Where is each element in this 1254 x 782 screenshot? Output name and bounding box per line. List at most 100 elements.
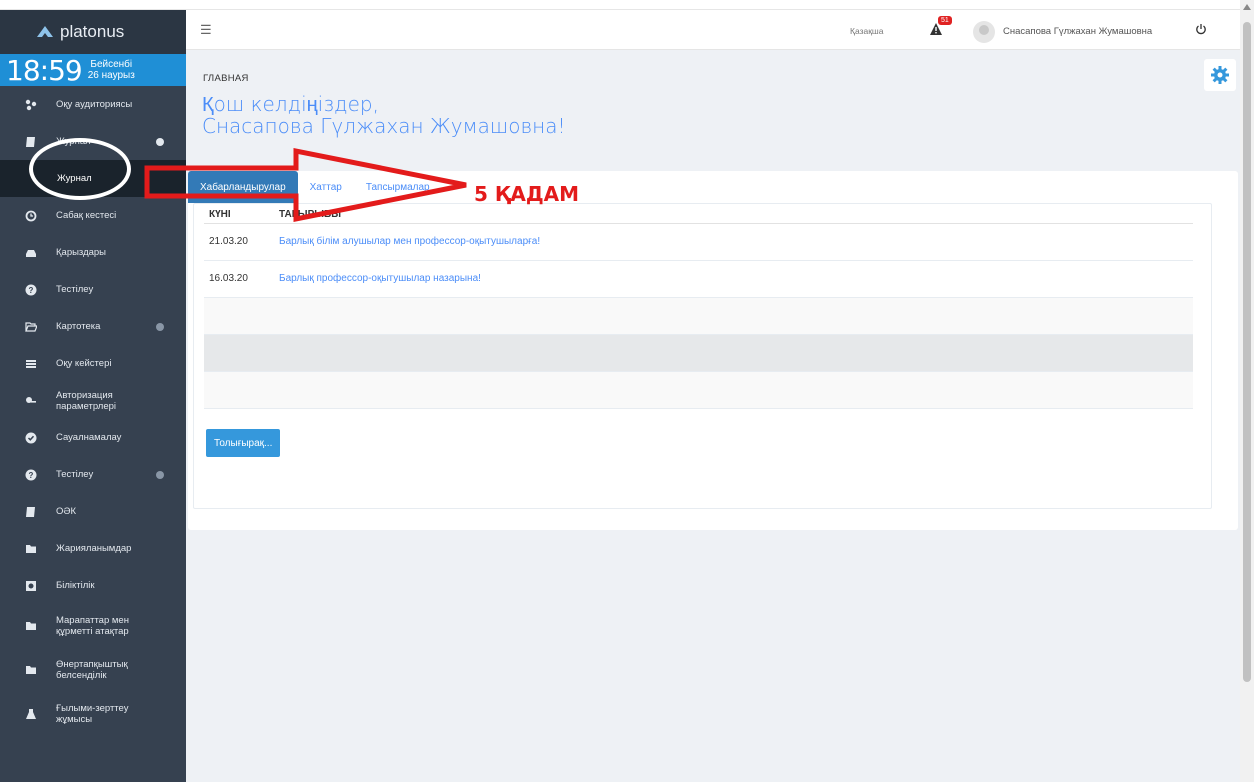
chevron-down-icon: [156, 137, 164, 146]
book-icon: [24, 135, 38, 149]
top-header: ☰ Қазақша 51 Снасапова Гүлжахан Жумашовн…: [186, 10, 1240, 50]
announcements-table: КҮНІ ТАҚЫРЫБЫ 21.03.20 Барлық білім алуш…: [204, 207, 1193, 409]
book-icon: [24, 505, 38, 519]
tab-letters[interactable]: Хаттар: [298, 171, 354, 203]
sidebar-item-research[interactable]: Ғылыми-зерттеу жұмысы: [0, 692, 186, 736]
chevron-right-icon: [156, 470, 164, 479]
clock-day: 26 наурыз: [87, 70, 135, 81]
avatar[interactable]: [973, 21, 995, 43]
folder-open-icon: [24, 320, 38, 334]
brand-name: platonus: [60, 22, 125, 41]
page-scrollbar[interactable]: [1240, 0, 1254, 782]
sidebar-item-label: Біліктілік: [56, 580, 95, 591]
settings-button[interactable]: [1204, 59, 1236, 91]
platonus-logo-icon: [37, 26, 53, 37]
sidebar-item-label: Жарияланымдар: [56, 543, 132, 554]
sidebar-item-label: Оқу кейстері: [56, 358, 112, 369]
language-selector[interactable]: Қазақша: [850, 26, 883, 36]
sidebar-item-auth-settings[interactable]: Авторизация параметрлері: [0, 382, 186, 419]
svg-text:?: ?: [29, 286, 34, 295]
more-button[interactable]: Толығырақ...: [206, 429, 281, 457]
menu-toggle-icon[interactable]: ☰: [200, 22, 212, 38]
breadcrumb[interactable]: ГЛАВНАЯ: [203, 73, 249, 84]
sidebar-item-label: Тестілеу: [56, 469, 94, 480]
annotation-step-text: 5 ҚАДАМ: [474, 182, 580, 206]
folder-icon: [24, 542, 38, 556]
sidebar-item-publications[interactable]: Жарияланымдар: [0, 530, 186, 567]
sidebar-item-label: Өнертапқыштық белсенділік: [56, 659, 128, 681]
sidebar-item-label: Оқу аудиториясы: [56, 99, 133, 110]
gear-icon: [1211, 66, 1229, 84]
question-icon: ?: [24, 468, 38, 482]
sidebar: platonus 18:59 Бейсенбі 26 наурыз Оқу ау…: [0, 10, 186, 782]
sidebar-item-label: Авторизация параметрлері: [56, 389, 117, 412]
welcome-line-1: Қош келдіңіздер,: [202, 92, 379, 116]
main-content: ГЛАВНАЯ Қош келдіңіздер, Снасапова Гүлжа…: [186, 50, 1240, 782]
tab-announcements[interactable]: Хабарландырулар: [188, 171, 298, 203]
table-row[interactable]: 21.03.20 Барлық білім алушылар мен профе…: [204, 223, 1193, 261]
tab-content: КҮНІ ТАҚЫРЫБЫ 21.03.20 Барлық білім алуш…: [193, 203, 1212, 509]
chevron-right-icon: [156, 322, 164, 331]
table-row[interactable]: 16.03.20 Барлық профессор-оқытушылар наз…: [204, 260, 1193, 298]
sidebar-item-label: Ғылыми-зерттеу жұмысы: [56, 703, 129, 725]
welcome-line-2: Снасапова Гүлжахан Жумашовна!: [202, 114, 566, 138]
clock-time: 18:59: [6, 53, 83, 87]
sidebar-item-surveys[interactable]: Сауалнамалау: [0, 419, 186, 456]
svg-text:?: ?: [29, 471, 34, 480]
sidebar-item-classrooms[interactable]: Оқу аудиториясы: [0, 86, 186, 123]
sidebar-item-label: Сабақ кестесі: [56, 210, 117, 221]
certificate-icon: [24, 579, 38, 593]
row-date: 21.03.20: [204, 223, 274, 261]
clock-icon: [24, 209, 38, 223]
row-topic-link[interactable]: Барлық білім алушылар мен профессор-оқыт…: [274, 223, 1193, 261]
clock-widget: 18:59 Бейсенбі 26 наурыз: [0, 53, 186, 87]
clock-date: Бейсенбі 26 наурыз: [88, 59, 135, 81]
row-topic-link[interactable]: Барлық профессор-оқытушылар назарына!: [274, 260, 1193, 298]
sidebar-item-inventions[interactable]: Өнертапқыштық белсенділік: [0, 648, 186, 692]
drive-icon: [24, 246, 38, 260]
sidebar-item-schedule[interactable]: Сабақ кестесі: [0, 197, 186, 234]
sidebar-item-label: Картотека: [56, 321, 101, 332]
check-circle-icon: [24, 431, 38, 445]
user-name[interactable]: Снасапова Гүлжахан Жумашовна: [1003, 26, 1152, 37]
row-date: 16.03.20: [204, 260, 274, 298]
sidebar-item-label: Сауалнамалау: [56, 432, 122, 443]
sidebar-item-debts[interactable]: Қарыздары: [0, 234, 186, 271]
empty-row: [204, 371, 1193, 409]
tab-tasks[interactable]: Тапсырмалар: [354, 171, 442, 203]
sidebar-item-label: Марапаттар мен құрметті атақтар: [56, 615, 129, 637]
empty-row: [204, 334, 1193, 372]
sidebar-item-testing[interactable]: ? Тестілеу: [0, 271, 186, 308]
announcements-panel: Хабарландырулар Хаттар Тапсырмалар КҮНІ …: [188, 171, 1238, 530]
empty-row: [204, 297, 1193, 335]
table-header-row: КҮНІ ТАҚЫРЫБЫ: [204, 207, 1193, 224]
scroll-up-arrow-icon[interactable]: [1243, 4, 1251, 10]
folder-icon: [24, 619, 38, 633]
logo-bar[interactable]: platonus: [0, 10, 186, 54]
sitemap-icon: [24, 98, 38, 112]
browser-top-strip: [0, 0, 1254, 10]
column-header-topic: ТАҚЫРЫБЫ: [274, 207, 1193, 224]
list-icon: [24, 357, 38, 371]
column-header-date: КҮНІ: [204, 207, 274, 224]
clock-weekday: Бейсенбі: [90, 59, 133, 70]
tab-bar: Хабарландырулар Хаттар Тапсырмалар: [188, 171, 442, 203]
sidebar-item-label: Тестілеу: [56, 284, 94, 295]
sidebar-item-awards[interactable]: Марапаттар мен құрметті атақтар: [0, 604, 186, 648]
sidebar-item-qualification[interactable]: Біліктілік: [0, 567, 186, 604]
sidebar-item-cases[interactable]: Оқу кейстері: [0, 345, 186, 382]
sidebar-item-label: ОӘК: [56, 506, 77, 517]
sidebar-item-testing-2[interactable]: ? Тестілеу: [0, 456, 186, 493]
sidebar-item-label: Қарыздары: [56, 247, 107, 258]
question-icon: ?: [24, 283, 38, 297]
logout-icon[interactable]: [1195, 23, 1207, 35]
annotation-ellipse: [29, 138, 131, 200]
key-icon: [24, 394, 38, 408]
sidebar-item-card-index[interactable]: Картотека: [0, 308, 186, 345]
notification-badge: 51: [938, 16, 952, 25]
folder-icon: [24, 663, 38, 677]
sidebar-item-oak[interactable]: ОӘК: [0, 493, 186, 530]
page-title: Қош келдіңіздер, Снасапова Гүлжахан Жума…: [202, 93, 566, 137]
scroll-thumb[interactable]: [1243, 22, 1251, 682]
flask-icon: [24, 707, 38, 721]
